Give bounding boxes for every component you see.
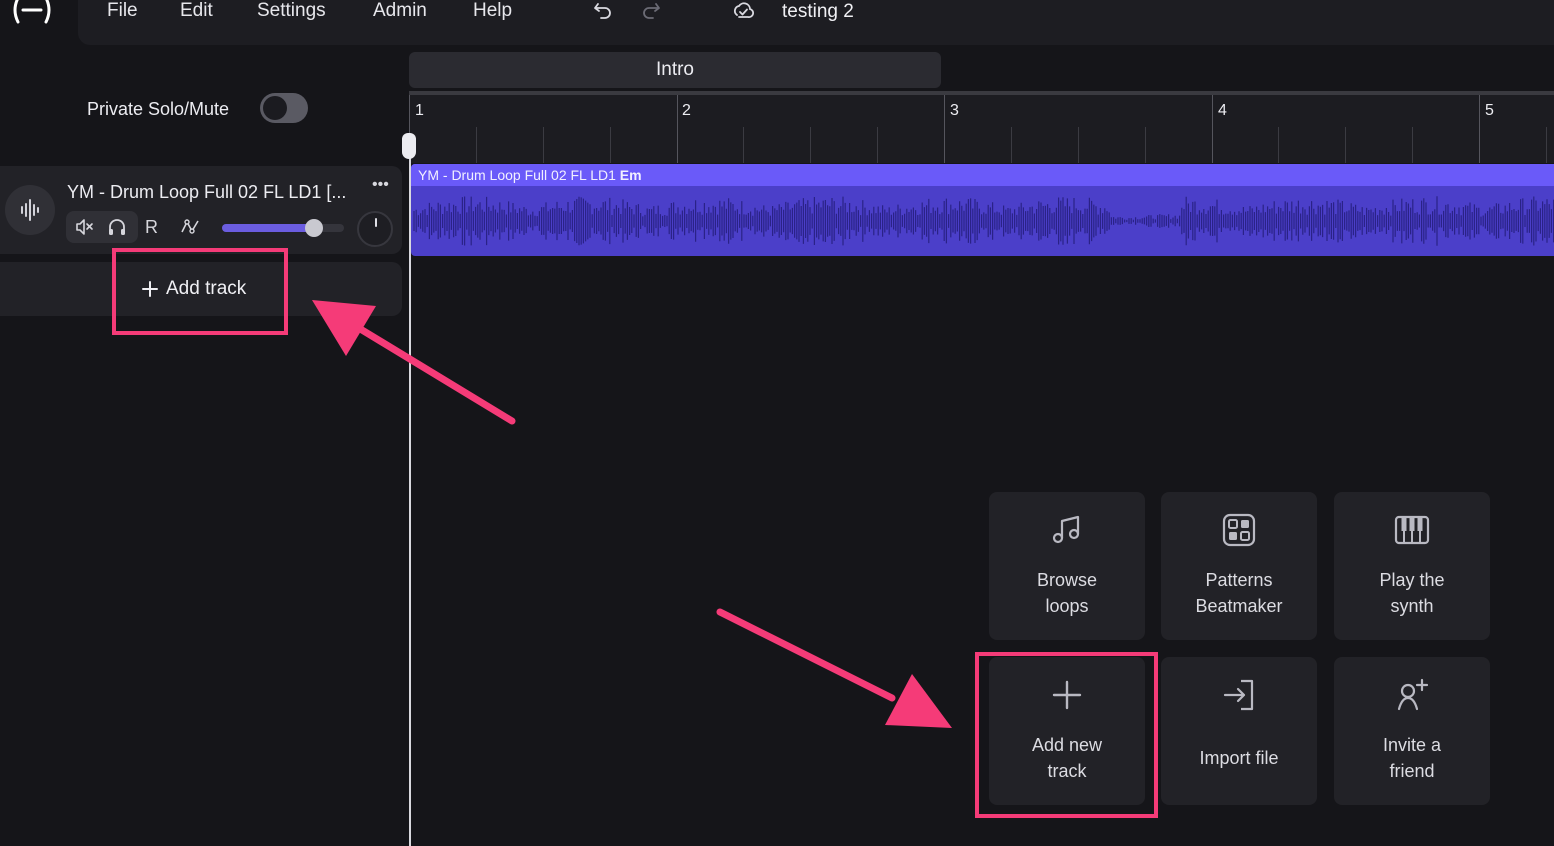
undo-icon[interactable] bbox=[592, 0, 614, 22]
menu-help[interactable]: Help bbox=[473, 0, 512, 22]
annotation-arrow-line bbox=[716, 608, 896, 702]
clip-waveform bbox=[413, 196, 1554, 246]
import-file-tile[interactable]: Import file bbox=[1161, 657, 1317, 805]
record-arm-button[interactable]: R bbox=[145, 216, 158, 238]
toggle-knob bbox=[263, 96, 287, 120]
browse-loops-tile[interactable]: Browse loops bbox=[989, 492, 1145, 640]
menu-admin[interactable]: Admin bbox=[373, 0, 427, 22]
patterns-beatmaker-tile[interactable]: Patterns Beatmaker bbox=[1161, 492, 1317, 640]
menu-settings[interactable]: Settings bbox=[257, 0, 326, 22]
volume-fill bbox=[222, 224, 314, 232]
tile-label: Import file bbox=[1199, 748, 1279, 768]
automation-icon[interactable] bbox=[179, 216, 201, 238]
annotation-arrow-line bbox=[358, 326, 516, 425]
bar-number: 4 bbox=[1218, 102, 1227, 119]
bandlab-logo-icon[interactable] bbox=[10, 0, 54, 24]
tile-label: Browse loops bbox=[1036, 570, 1098, 616]
project-title[interactable]: testing 2 bbox=[782, 1, 854, 23]
clip-name: YM - Drum Loop Full 02 FL LD1 bbox=[418, 167, 616, 183]
annotation-arrow-head bbox=[885, 674, 952, 728]
track-more-menu[interactable]: ••• bbox=[372, 176, 392, 193]
headphones-icon[interactable] bbox=[106, 216, 128, 238]
patterns-grid-icon bbox=[1221, 512, 1257, 548]
highlight-add-track bbox=[112, 248, 288, 335]
music-note-icon bbox=[1049, 512, 1085, 548]
mute-icon[interactable] bbox=[74, 216, 96, 238]
invite-user-icon bbox=[1394, 677, 1430, 713]
track-header[interactable] bbox=[0, 166, 402, 254]
bar-number: 2 bbox=[682, 102, 691, 119]
playhead-line bbox=[409, 145, 411, 846]
tile-label: Patterns Beatmaker bbox=[1195, 570, 1283, 616]
invite-friend-tile[interactable]: Invite a friend bbox=[1334, 657, 1490, 805]
volume-slider[interactable] bbox=[222, 219, 344, 237]
track-name[interactable]: YM - Drum Loop Full 02 FL LD1 [... bbox=[67, 181, 362, 203]
bar-number: 1 bbox=[415, 102, 424, 119]
redo-icon[interactable] bbox=[640, 0, 662, 22]
import-icon bbox=[1221, 677, 1257, 713]
waveform-icon bbox=[5, 185, 55, 235]
private-solo-mute-label: Private Solo/Mute bbox=[87, 99, 230, 119]
section-marker-intro[interactable]: Intro bbox=[409, 52, 941, 88]
tile-label: Play the synth bbox=[1379, 570, 1445, 616]
tile-label: Invite a friend bbox=[1382, 735, 1442, 781]
piano-keys-icon bbox=[1394, 512, 1430, 548]
playhead-handle[interactable] bbox=[402, 133, 416, 159]
menu-edit[interactable]: Edit bbox=[180, 0, 213, 22]
private-solo-mute-toggle[interactable] bbox=[260, 93, 308, 123]
audio-clip[interactable]: YM - Drum Loop Full 02 FL LD1 Em bbox=[411, 164, 1554, 256]
play-synth-tile[interactable]: Play the synth bbox=[1334, 492, 1490, 640]
volume-thumb[interactable] bbox=[304, 219, 323, 237]
clip-label: YM - Drum Loop Full 02 FL LD1 Em bbox=[418, 166, 642, 184]
cloud-sync-icon bbox=[732, 0, 754, 22]
bar-number: 5 bbox=[1485, 102, 1494, 119]
pan-knob[interactable] bbox=[357, 211, 393, 247]
timeline-ruler[interactable] bbox=[409, 95, 1554, 163]
bar-number: 3 bbox=[950, 102, 959, 119]
highlight-add-new-track bbox=[975, 652, 1158, 818]
menu-file[interactable]: File bbox=[107, 0, 138, 22]
clip-key: Em bbox=[619, 167, 642, 183]
